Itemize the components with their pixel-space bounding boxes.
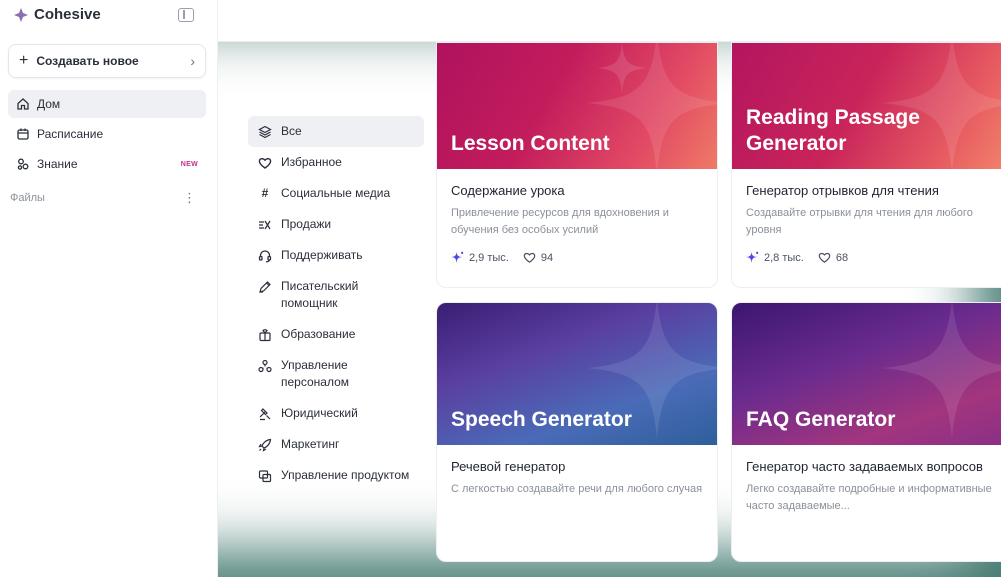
plus-icon: +: [19, 52, 29, 69]
cohesive-logo-icon: [14, 7, 28, 22]
card-description: С легкостью создавайте речи для любого с…: [451, 483, 703, 495]
home-icon: [17, 98, 29, 110]
category-label: Управление персоналом: [281, 358, 350, 389]
like-count-value: 94: [540, 251, 554, 264]
heart-icon: [818, 252, 831, 263]
files-section[interactable]: Файлы ⋮: [10, 190, 196, 206]
create-new-label: Создавать новое: [36, 54, 139, 68]
category-writing-assistant[interactable]: Писательский помощник: [248, 271, 424, 319]
category-label: Продажи: [281, 217, 332, 231]
like-count[interactable]: 68: [818, 251, 848, 264]
category-social-media[interactable]: # Социальные медиа: [248, 178, 424, 209]
product-icon: [258, 470, 272, 483]
category-education[interactable]: Образование: [248, 319, 424, 350]
category-label: Все: [281, 124, 302, 138]
category-label: Образование: [281, 327, 356, 341]
rocket-icon: [258, 438, 272, 452]
category-marketing[interactable]: Маркетинг: [248, 429, 424, 460]
card-title: Содержание урока: [451, 183, 565, 198]
sidebar-item-label: Дом: [37, 97, 61, 111]
more-vertical-icon[interactable]: ⋮: [183, 190, 196, 206]
card-description: Создавайте отрывки для чтения для любого…: [746, 207, 973, 236]
card-description: Легко создавайте подробные и информативн…: [746, 483, 992, 512]
headset-icon: [258, 250, 272, 263]
chevron-right-icon: ›: [190, 53, 195, 69]
sidebar-item-schedule[interactable]: Расписание: [8, 120, 206, 148]
category-label: Маркетинг: [281, 437, 340, 451]
template-card-lesson-content[interactable]: Lesson Content Содержание урока Привлече…: [436, 42, 718, 288]
sidebar-item-knowledge[interactable]: Знание NEW: [8, 150, 206, 178]
brand-name: Cohesive: [34, 6, 101, 23]
calendar-icon: [17, 128, 29, 140]
app-window: Cohesive + Создавать новое › Дом Расписа…: [0, 0, 1001, 577]
usage-count-value: 2,9 тыс.: [469, 251, 509, 264]
new-badge: NEW: [180, 160, 198, 168]
hash-icon: #: [261, 186, 269, 200]
sparkle-icon: [746, 251, 759, 264]
card-stats: 2,8 тыс. 68: [746, 251, 998, 264]
usage-count-value: 2,8 тыс.: [764, 251, 804, 264]
card-title: Генератор отрывков для чтения: [746, 183, 939, 198]
sidebar: Cohesive + Создавать новое › Дом Расписа…: [0, 0, 218, 577]
category-favorites[interactable]: Избранное: [248, 147, 424, 178]
sales-icon: [259, 220, 271, 230]
sidebar-item-label: Знание: [37, 157, 78, 171]
sidebar-item-home[interactable]: Дом: [8, 90, 206, 118]
people-icon: [258, 359, 272, 373]
gavel-icon: [259, 408, 271, 421]
card-stats: 2,9 тыс. 94: [451, 251, 703, 264]
card-title: Речевой генератор: [451, 459, 566, 474]
heart-icon: [258, 158, 272, 169]
category-all[interactable]: Все: [248, 116, 424, 147]
category-label: Избранное: [281, 155, 342, 169]
category-product-management[interactable]: Управление продуктом: [248, 460, 424, 491]
category-label: Социальные медиа: [281, 186, 391, 200]
card-hero-title: Speech Generator: [451, 408, 632, 431]
category-sales[interactable]: Продажи: [248, 209, 424, 240]
sparkle-decoration-icon: [597, 43, 647, 93]
brand[interactable]: Cohesive: [14, 6, 101, 23]
category-legal[interactable]: Юридический: [248, 398, 424, 429]
category-label: Юридический: [281, 406, 358, 420]
template-card-speech-generator[interactable]: Speech Generator Речевой генератор С лег…: [436, 302, 718, 562]
card-hero: FAQ Generator: [732, 303, 1001, 445]
sidebar-item-label: Расписание: [37, 127, 104, 141]
template-card-reading-passage[interactable]: Reading Passage Generator Генератор отры…: [731, 42, 1001, 288]
category-label: Поддерживать: [281, 248, 363, 262]
usage-count: 2,9 тыс.: [451, 251, 509, 264]
card-hero: Speech Generator: [437, 303, 717, 445]
category-label: Управление продуктом: [281, 468, 410, 482]
knowledge-icon: [17, 158, 29, 170]
card-hero-title: Reading Passage Generator: [746, 106, 920, 155]
sidebar-nav: Дом Расписание Знание NEW: [8, 90, 206, 180]
card-hero-title: Lesson Content: [451, 132, 610, 155]
usage-count: 2,8 тыс.: [746, 251, 804, 264]
like-count-value: 68: [835, 251, 849, 264]
card-hero-title: FAQ Generator: [746, 408, 896, 431]
sidebar-collapse-icon[interactable]: [178, 8, 194, 22]
card-hero: Reading Passage Generator: [732, 43, 1001, 169]
education-icon: [259, 329, 271, 342]
like-count[interactable]: 94: [523, 251, 553, 264]
template-card-faq-generator[interactable]: FAQ Generator Генератор часто задаваемых…: [731, 302, 1001, 562]
category-list: Все Избранное # Социальные медиа Продажи…: [248, 116, 424, 491]
top-bar: [218, 0, 1001, 42]
layers-icon: [258, 125, 272, 139]
category-label: Писательский помощник: [281, 279, 359, 310]
category-support[interactable]: Поддерживать: [248, 240, 424, 271]
category-hr[interactable]: Управление персоналом: [248, 350, 424, 398]
card-hero: Lesson Content: [437, 43, 717, 169]
card-description: Привлечение ресурсов для вдохновения и о…: [451, 207, 669, 236]
create-new-button[interactable]: + Создавать новое ›: [8, 44, 206, 78]
card-title: Генератор часто задаваемых вопросов: [746, 459, 983, 474]
sparkle-icon: [451, 251, 464, 264]
heart-icon: [523, 252, 536, 263]
pen-icon: [259, 281, 271, 293]
files-label: Файлы: [10, 192, 45, 204]
